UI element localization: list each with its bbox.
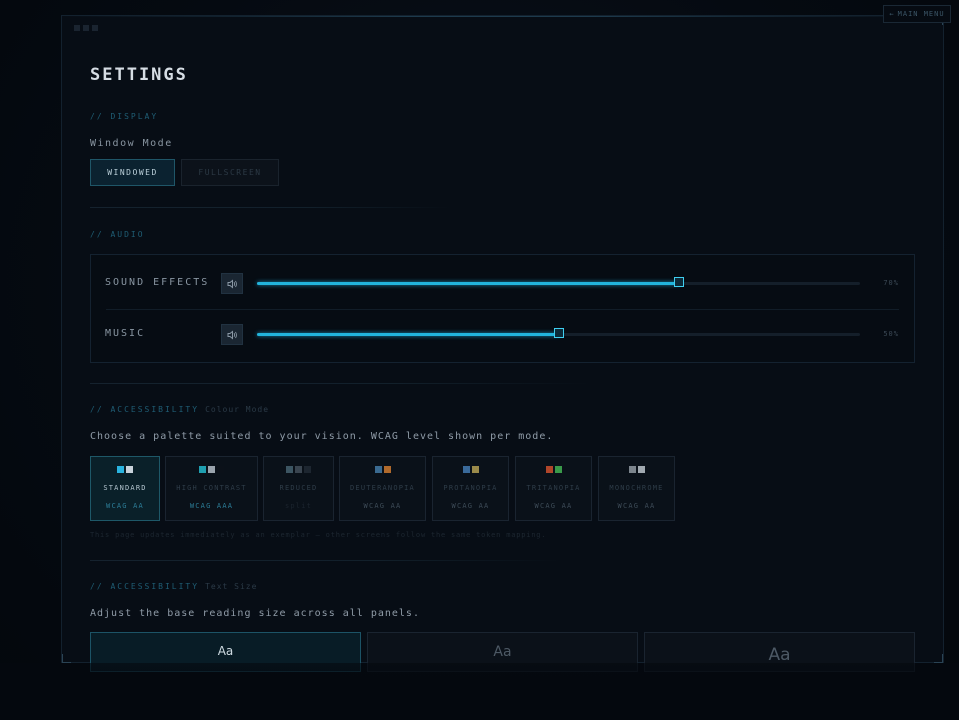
sound-effects-slider-thumb[interactable] xyxy=(674,277,685,287)
text-size-description: Adjust the base reading size across all … xyxy=(90,608,420,619)
section-label-accessibility: // ACCESSIBILITY xyxy=(90,582,200,591)
sound-effects-slider[interactable] xyxy=(257,277,860,287)
section-sub-colour-mode: Colour Mode xyxy=(205,405,270,414)
section-label-display: // DISPLAY xyxy=(90,112,159,121)
section-label-colour-mode: // ACCESSIBILITY Colour Mode xyxy=(90,405,269,414)
sound-effects-speaker-icon[interactable] xyxy=(221,273,243,294)
music-speaker-icon[interactable] xyxy=(221,324,243,345)
colour-mode-footnote: This page updates immediately as an exem… xyxy=(90,531,547,539)
palette-wcag-level: WCAG AA xyxy=(617,502,656,510)
window-mode-label: Window Mode xyxy=(90,138,173,149)
palette-name: DEUTERANOPIA xyxy=(350,484,415,492)
colour-mode-description: Choose a palette suited to your vision. … xyxy=(90,431,554,442)
divider xyxy=(90,560,560,561)
corner-bracket-bottom-right xyxy=(934,654,943,663)
main-menu-label: MAIN MENU xyxy=(897,10,945,18)
palette-name: MONOCHROME xyxy=(609,484,664,492)
music-slider-thumb[interactable] xyxy=(553,328,564,338)
music-slider-fill xyxy=(257,333,559,336)
window-dots xyxy=(74,25,98,31)
palette-swatches xyxy=(433,466,508,473)
section-label-accessibility: // ACCESSIBILITY xyxy=(90,405,200,414)
windowed-button[interactable]: WINDOWED xyxy=(90,159,175,186)
palette-swatches xyxy=(340,466,425,473)
section-label-text-size: // ACCESSIBILITY Text Size xyxy=(90,582,257,591)
palette-wcag-level: WCAG AAA xyxy=(189,502,234,510)
palette-wcag-level: WCAG AA xyxy=(534,502,573,510)
palette-wcag-level: WCAG AA xyxy=(451,502,490,510)
palette-name: REDUCED xyxy=(279,484,318,492)
palette-name: STANDARD xyxy=(103,484,147,492)
palette-name: TRITANOPIA xyxy=(526,484,581,492)
fullscreen-button[interactable]: FULLSCREEN xyxy=(181,159,279,186)
palette-swatches xyxy=(166,466,257,473)
music-label: MUSIC xyxy=(105,328,146,339)
divider xyxy=(90,207,450,208)
palette-reduced[interactable]: REDUCED split xyxy=(263,456,334,521)
palette-wcag-level: WCAG AA xyxy=(106,502,144,510)
palette-name: HIGH CONTRAST xyxy=(176,484,247,492)
divider xyxy=(90,383,590,384)
bottom-fade-overlay xyxy=(0,663,959,720)
palette-swatches xyxy=(599,466,674,473)
sound-effects-value: 70% xyxy=(883,279,899,287)
page-title: SETTINGS xyxy=(90,65,188,85)
palette-name: PROTANOPIA xyxy=(443,484,498,492)
palette-wcag-level: WCAG AA xyxy=(363,502,402,510)
palette-wcag-level: split xyxy=(284,502,313,510)
palette-protanopia[interactable]: PROTANOPIA WCAG AA xyxy=(432,456,509,521)
sound-effects-slider-fill xyxy=(257,282,680,285)
main-menu-button[interactable]: ← MAIN MENU xyxy=(883,5,951,23)
palette-swatches xyxy=(264,466,333,473)
music-value: 50% xyxy=(883,330,899,338)
palette-standard[interactable]: STANDARD WCAG AA xyxy=(90,456,160,521)
audio-panel: SOUND EFFECTS 70% MUSIC 50% xyxy=(90,254,915,363)
palette-high-contrast[interactable]: HIGH CONTRAST WCAG AAA xyxy=(165,456,258,521)
sound-effects-label: SOUND EFFECTS xyxy=(105,277,210,288)
panel-top-glow xyxy=(62,16,943,17)
palette-deuteranopia[interactable]: DEUTERANOPIA WCAG AA xyxy=(339,456,426,521)
palette-swatches xyxy=(91,466,159,473)
section-label-audio: // AUDIO xyxy=(90,230,145,239)
section-sub-text-size: Text Size xyxy=(205,582,258,591)
palette-monochrome[interactable]: MONOCHROME WCAG AA xyxy=(598,456,675,521)
palette-tritanopia[interactable]: TRITANOPIA WCAG AA xyxy=(515,456,592,521)
back-arrow-icon: ← xyxy=(889,10,895,18)
palette-swatches xyxy=(516,466,591,473)
audio-separator xyxy=(106,309,899,310)
corner-bracket-bottom-left xyxy=(62,654,71,663)
music-slider[interactable] xyxy=(257,328,860,338)
